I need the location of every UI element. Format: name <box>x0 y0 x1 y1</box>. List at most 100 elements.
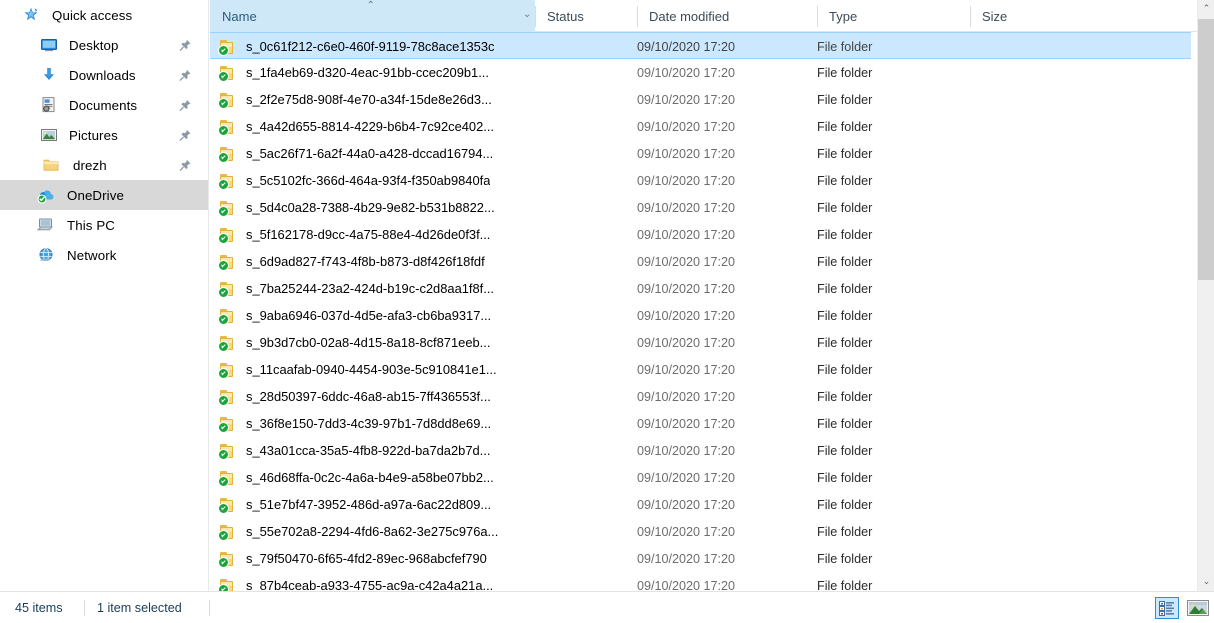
file-name-cell[interactable]: s_5f162178-d9cc-4a75-88e4-4d26de0f3f... <box>218 221 538 248</box>
table-row[interactable]: s_6d9ad827-f743-4f8b-b873-d8f426f18fdf 09… <box>210 248 1191 275</box>
table-row[interactable]: s_5d4c0a28-7388-4b29-9e82-b531b8822... 09… <box>210 194 1191 221</box>
file-status-cell <box>535 464 635 491</box>
onedrive-icon <box>37 190 54 204</box>
file-name-cell[interactable]: s_9aba6946-037d-4d5e-afa3-cb6ba9317... <box>218 302 538 329</box>
table-row[interactable]: s_5c5102fc-366d-464a-93f4-f350ab9840fa 09… <box>210 167 1191 194</box>
pin-icon[interactable] <box>179 129 192 142</box>
table-row[interactable]: s_28d50397-6ddc-46a8-ab15-7ff436553f... 0… <box>210 383 1191 410</box>
column-header-status[interactable]: Status <box>535 0 637 32</box>
file-type-cell: File folder <box>817 65 873 80</box>
pin-icon[interactable] <box>179 159 192 172</box>
sidebar-item-label: Documents <box>69 97 138 113</box>
sidebar-item-quick-access[interactable]: Quick access <box>0 0 209 30</box>
pin-icon[interactable] <box>179 69 192 82</box>
column-resize-handle[interactable] <box>817 6 818 27</box>
table-row[interactable]: s_5ac26f71-6a2f-44a0-a428-dccad16794... 0… <box>210 140 1191 167</box>
onedrive-synced-badge-icon <box>218 421 229 433</box>
file-name-cell[interactable]: s_1fa4eb69-d320-4eac-91bb-ccec209b1... <box>218 59 538 86</box>
table-row[interactable]: s_0c61f212-c6e0-460f-9119-78c8ace1353c 09… <box>210 32 1191 59</box>
file-name-cell[interactable]: s_28d50397-6ddc-46a8-ab15-7ff436553f... <box>218 383 538 410</box>
sidebar-item-network[interactable]: Network <box>0 240 209 270</box>
scroll-up-arrow-icon[interactable]: ⌃ <box>1198 0 1214 18</box>
column-header-date[interactable]: Date modified <box>637 0 817 32</box>
chevron-down-icon[interactable]: ⌄ <box>523 9 531 20</box>
details-view-button[interactable] <box>1155 597 1179 619</box>
table-row[interactable]: s_51e7bf47-3952-486d-a97a-6ac22d809... 09… <box>210 491 1191 518</box>
file-status-cell <box>535 275 635 302</box>
sidebar-item-desktop[interactable]: Desktop <box>0 30 209 60</box>
table-row[interactable]: s_11caafab-0940-4454-903e-5c910841e1... 0… <box>210 356 1191 383</box>
file-name-label: s_6d9ad827-f743-4f8b-b873-d8f426f18fdf <box>246 254 485 269</box>
pin-icon[interactable] <box>179 99 192 112</box>
table-row[interactable]: s_1fa4eb69-d320-4eac-91bb-ccec209b1... 09… <box>210 59 1191 86</box>
pin-icon[interactable] <box>179 129 192 142</box>
file-name-cell[interactable]: s_5c5102fc-366d-464a-93f4-f350ab9840fa <box>218 167 538 194</box>
file-name-cell[interactable]: s_43a01cca-35a5-4fb8-922d-ba7da2b7d... <box>218 437 538 464</box>
vertical-scrollbar[interactable]: ⌃ ⌄ <box>1197 0 1214 591</box>
file-name-cell[interactable]: s_36f8e150-7dd3-4c39-97b1-7d8dd8e69... <box>218 410 538 437</box>
table-row[interactable]: s_2f2e75d8-908f-4e70-a34f-15de8e26d3... 0… <box>210 86 1191 113</box>
file-name-cell[interactable]: s_5ac26f71-6a2f-44a0-a428-dccad16794... <box>218 140 538 167</box>
table-row[interactable]: s_7ba25244-23a2-424d-b19c-c2d8aa1f8f... 0… <box>210 275 1191 302</box>
pin-icon[interactable] <box>179 39 192 52</box>
sidebar-item-documents[interactable]: Documents <box>0 90 209 120</box>
folder-icon <box>218 308 237 325</box>
star-icon <box>24 7 38 21</box>
file-status-cell <box>535 302 635 329</box>
column-header-name[interactable]: Name ⌃ <box>210 0 535 32</box>
file-name-label: s_79f50470-6f65-4fd2-89ec-968abcfef790 <box>246 551 487 566</box>
table-row[interactable]: s_36f8e150-7dd3-4c39-97b1-7d8dd8e69... 09… <box>210 410 1191 437</box>
sidebar-item-drezh[interactable]: drezh <box>0 150 209 180</box>
sidebar-item-label: drezh <box>73 157 107 173</box>
file-name-cell[interactable]: s_5d4c0a28-7388-4b29-9e82-b531b8822... <box>218 194 538 221</box>
pin-icon[interactable] <box>179 69 192 82</box>
table-row[interactable]: s_55e702a8-2294-4fd6-8a62-3e275c976a... 0… <box>210 518 1191 545</box>
file-name-cell[interactable]: s_0c61f212-c6e0-460f-9119-78c8ace1353c <box>218 33 538 60</box>
file-name-cell[interactable]: s_2f2e75d8-908f-4e70-a34f-15de8e26d3... <box>218 86 538 113</box>
file-name-cell[interactable]: s_11caafab-0940-4454-903e-5c910841e1... <box>218 356 538 383</box>
large-icons-view-button[interactable] <box>1186 597 1210 619</box>
document-icon <box>40 96 58 114</box>
folder-icon <box>218 551 237 568</box>
column-header-type[interactable]: Type <box>817 0 970 32</box>
pin-icon[interactable] <box>179 99 192 112</box>
pin-icon[interactable] <box>179 39 192 52</box>
file-list: s_0c61f212-c6e0-460f-9119-78c8ace1353c 09… <box>210 32 1214 591</box>
scrollbar-thumb[interactable] <box>1198 19 1214 280</box>
file-name-cell[interactable]: s_46d68ffa-0c2c-4a6a-b4e9-a58be07bb2... <box>218 464 538 491</box>
file-name-cell[interactable]: s_6d9ad827-f743-4f8b-b873-d8f426f18fdf <box>218 248 538 275</box>
file-name-cell[interactable]: s_4a42d655-8814-4229-b6b4-7c92ce402... <box>218 113 538 140</box>
table-row[interactable]: s_9aba6946-037d-4d5e-afa3-cb6ba9317... 09… <box>210 302 1191 329</box>
file-name-cell[interactable]: s_7ba25244-23a2-424d-b19c-c2d8aa1f8f... <box>218 275 538 302</box>
table-row[interactable]: s_43a01cca-35a5-4fb8-922d-ba7da2b7d... 09… <box>210 437 1191 464</box>
folder-icon <box>42 156 60 174</box>
column-resize-handle[interactable] <box>637 6 638 27</box>
sidebar-item-downloads[interactable]: Downloads <box>0 60 209 90</box>
file-name-cell[interactable]: s_87b4ceab-a933-4755-ac9a-c42a4a21a... <box>218 572 538 591</box>
file-type-cell: File folder <box>817 497 873 512</box>
sidebar-item-onedrive[interactable]: OneDrive <box>0 180 209 210</box>
table-row[interactable]: s_5f162178-d9cc-4a75-88e4-4d26de0f3f... 0… <box>210 221 1191 248</box>
file-type-cell: File folder <box>817 39 873 54</box>
table-row[interactable]: s_79f50470-6f65-4fd2-89ec-968abcfef790 09… <box>210 545 1191 572</box>
pin-icon[interactable] <box>179 159 192 172</box>
file-date-cell: 09/10/2020 17:20 <box>637 524 736 539</box>
file-name-cell[interactable]: s_79f50470-6f65-4fd2-89ec-968abcfef790 <box>218 545 538 572</box>
table-row[interactable]: s_46d68ffa-0c2c-4a6a-b4e9-a58be07bb2... 0… <box>210 464 1191 491</box>
onedrive-synced-badge-icon <box>218 367 229 379</box>
file-type-cell: File folder <box>817 281 873 296</box>
table-row[interactable]: s_87b4ceab-a933-4755-ac9a-c42a4a21a... 09… <box>210 572 1191 591</box>
column-resize-handle[interactable] <box>970 6 971 27</box>
file-name-cell[interactable]: s_51e7bf47-3952-486d-a97a-6ac22d809... <box>218 491 538 518</box>
file-name-cell[interactable]: s_55e702a8-2294-4fd6-8a62-3e275c976a... <box>218 518 538 545</box>
sidebar-item-pictures[interactable]: Pictures <box>0 120 209 150</box>
table-row[interactable]: s_9b3d7cb0-02a8-4d15-8a18-8cf871eeb... 09… <box>210 329 1191 356</box>
column-header-size[interactable]: Size <box>970 0 1070 32</box>
file-name-cell[interactable]: s_9b3d7cb0-02a8-4d15-8a18-8cf871eeb... <box>218 329 538 356</box>
table-row[interactable]: s_4a42d655-8814-4229-b6b4-7c92ce402... 09… <box>210 113 1191 140</box>
file-type-cell: File folder <box>817 362 873 377</box>
column-resize-handle[interactable] <box>535 6 536 27</box>
scroll-down-arrow-icon[interactable]: ⌄ <box>1198 573 1214 591</box>
sidebar-item-this-pc[interactable]: This PC <box>0 210 209 240</box>
file-type-cell: File folder <box>817 119 873 134</box>
